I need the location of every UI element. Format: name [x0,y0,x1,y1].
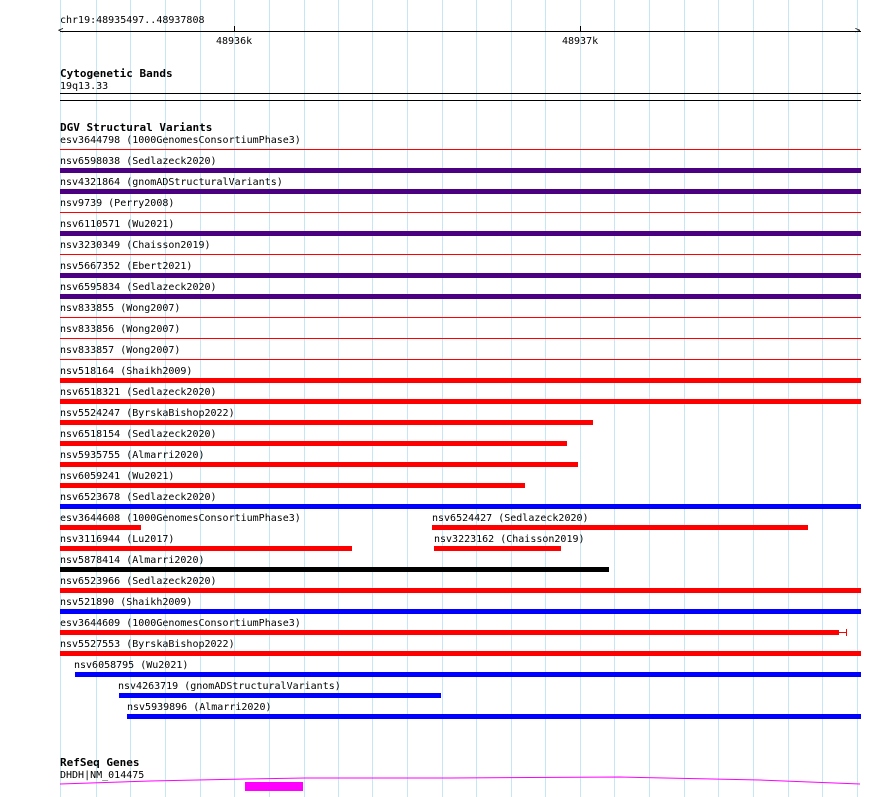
variant-bar[interactable] [60,630,839,635]
variant-label: nsv6058795 (Wu2021) [74,660,189,671]
variant-label: nsv6524427 (Sedlazeck2020) [432,513,589,524]
variant-label: nsv518164 (Shaikh2009) [60,366,193,377]
variant-bar[interactable] [60,651,861,656]
variant-bar[interactable] [60,420,593,425]
track-separator [60,100,861,101]
variant-label: nsv6518154 (Sedlazeck2020) [60,429,217,440]
variant-label: esv3644609 (1000GenomesConsortiumPhase3) [60,618,301,629]
variant-label: nsv3230349 (Chaisson2019) [60,240,211,251]
ruler-tick [580,26,581,31]
variant-label: nsv4263719 (gnomADStructuralVariants) [118,681,341,692]
variant-bar[interactable] [75,672,861,677]
cytoband-track-title[interactable]: Cytogenetic Bands [60,68,173,80]
variant-label: nsv5527553 (ByrskaBishop2022) [60,639,235,650]
cytoband-label: 19q13.33 [60,81,109,92]
variant-bar[interactable] [127,714,861,719]
variant-label: nsv4321864 (gnomADStructuralVariants) [60,177,283,188]
variant-label: nsv3116944 (Lu2017) [60,534,175,545]
variant-bar[interactable] [60,317,861,318]
variant-extension-cap [846,629,847,636]
variant-label: nsv6595834 (Sedlazeck2020) [60,282,217,293]
ruler-tick-label: 48937k [562,36,599,47]
gene-intron [59,776,861,785]
variant-label: nsv5667352 (Ebert2021) [60,261,193,272]
variant-label: nsv6598038 (Sedlazeck2020) [60,156,217,167]
variant-extension [839,632,846,633]
ruler-right-arrow: > [855,26,861,36]
variant-label: nsv6523966 (Sedlazeck2020) [60,576,217,587]
variant-bar[interactable] [60,609,861,614]
variant-bar[interactable] [60,483,525,488]
variant-label: esv3644608 (1000GenomesConsortiumPhase3) [60,513,301,524]
variant-label: esv3644798 (1000GenomesConsortiumPhase3) [60,135,301,146]
variant-label: nsv5939896 (Almarri2020) [127,702,272,713]
variant-bar[interactable] [60,254,861,255]
variant-label: nsv833856 (Wong2007) [60,324,181,335]
variant-bar[interactable] [60,546,352,551]
variant-label: nsv833857 (Wong2007) [60,345,181,356]
variant-label: nsv6110571 (Wu2021) [60,219,175,230]
variant-bar[interactable] [60,338,861,339]
variant-bar[interactable] [60,168,861,173]
variant-bar[interactable] [60,273,861,278]
gene-model[interactable] [0,775,890,797]
variant-label: nsv6059241 (Wu2021) [60,471,175,482]
variant-label: nsv5878414 (Almarri2020) [60,555,205,566]
variant-bar[interactable] [60,212,861,213]
ruler-left-arrow: < [58,26,64,36]
variant-label: nsv6523678 (Sedlazeck2020) [60,492,217,503]
variant-bar[interactable] [60,441,567,446]
variant-bar[interactable] [60,149,861,150]
variant-label: nsv5524247 (ByrskaBishop2022) [60,408,235,419]
variant-bar[interactable] [60,588,861,593]
variant-label: nsv6518321 (Sedlazeck2020) [60,387,217,398]
gene-exon [245,782,303,791]
variant-label: nsv833855 (Wong2007) [60,303,181,314]
variant-bar[interactable] [60,294,861,299]
ruler-tick-label: 48936k [216,36,253,47]
cytoband-bar[interactable] [60,93,861,94]
refseq-track-title[interactable]: RefSeq Genes [60,757,139,769]
variant-bar[interactable] [119,693,441,698]
variant-bar[interactable] [60,231,861,236]
location-label: chr19:48935497..48937808 [60,15,205,26]
variant-bar[interactable] [60,378,861,383]
ruler-tick [234,26,235,31]
variant-label: nsv3223162 (Chaisson2019) [434,534,585,545]
variant-bar[interactable] [60,525,141,530]
variant-label: nsv9739 (Perry2008) [60,198,175,209]
variant-bar[interactable] [60,189,861,194]
variant-bar[interactable] [60,359,861,360]
variant-bar[interactable] [60,462,578,467]
variant-bar[interactable] [60,399,861,404]
variant-label: nsv5935755 (Almarri2020) [60,450,205,461]
variant-bar[interactable] [432,525,808,530]
variant-label: nsv521890 (Shaikh2009) [60,597,193,608]
variant-bar[interactable] [434,546,561,551]
variant-bar[interactable] [60,567,609,572]
variant-bar[interactable] [60,504,861,509]
ruler-line [60,31,861,32]
dgv-track-title[interactable]: DGV Structural Variants [60,122,212,134]
